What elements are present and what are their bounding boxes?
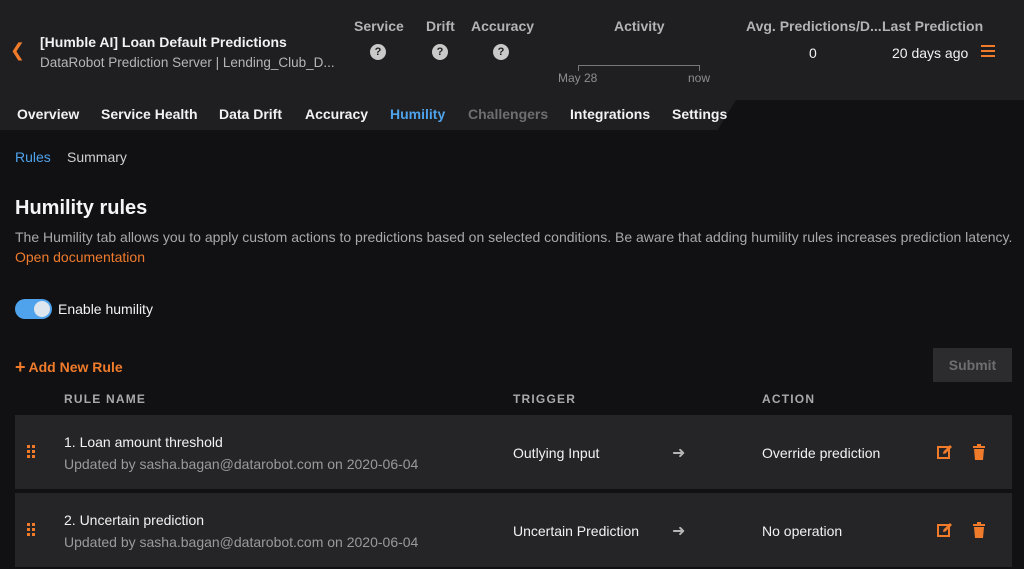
activity-column-label: Activity	[614, 18, 665, 34]
tab-overview[interactable]: Overview	[17, 106, 79, 122]
drag-handle-icon[interactable]	[27, 445, 37, 459]
accuracy-question-icon[interactable]: ?	[493, 44, 509, 60]
arrow-right-icon: ➜	[672, 523, 686, 540]
open-documentation-link[interactable]: Open documentation	[15, 249, 145, 265]
service-question-icon[interactable]: ?	[370, 44, 386, 60]
drift-column-label: Drift	[426, 18, 455, 34]
column-header-action: ACTION	[762, 392, 816, 406]
deployment-header	[0, 0, 1024, 100]
page-description: The Humility tab allows you to apply cus…	[15, 227, 1015, 267]
arrow-right-icon: ➜	[672, 445, 686, 462]
last-prediction-column-label: Last Prediction	[882, 18, 984, 34]
tab-humility[interactable]: Humility	[390, 106, 445, 122]
tab-settings[interactable]: Settings	[672, 106, 727, 122]
tab-data-drift[interactable]: Data Drift	[219, 106, 282, 122]
description-text: The Humility tab allows you to apply cus…	[15, 229, 1013, 245]
avg-predictions-value: 0	[809, 45, 817, 61]
submit-button[interactable]: Submit	[933, 348, 1012, 382]
deployment-title: [Humble AI] Loan Default Predictions	[40, 34, 287, 50]
tab-service-health[interactable]: Service Health	[101, 106, 198, 122]
add-new-rule-button[interactable]: + Add New Rule	[15, 356, 123, 377]
column-header-rule-name: RULE NAME	[64, 392, 147, 406]
column-header-trigger: TRIGGER	[513, 392, 577, 406]
activity-end-label: now	[688, 71, 711, 85]
edit-icon[interactable]	[937, 444, 953, 460]
add-new-rule-label: Add New Rule	[28, 359, 123, 375]
enable-humility-toggle[interactable]	[15, 299, 52, 319]
toggle-knob	[34, 301, 50, 317]
edit-icon[interactable]	[937, 522, 953, 538]
avg-predictions-column-label: Avg. Predictions/D...	[746, 18, 882, 34]
accuracy-column-label: Accuracy	[471, 18, 535, 34]
breadcrumb-summary[interactable]: Summary	[67, 149, 127, 165]
deployment-subtitle: DataRobot Prediction Server | Lending_Cl…	[40, 55, 335, 70]
rule-trigger: Outlying Input	[513, 445, 600, 461]
tab-challengers: Challengers	[468, 106, 549, 122]
drag-handle-icon[interactable]	[27, 523, 37, 537]
drift-question-icon[interactable]: ?	[432, 44, 448, 60]
trash-icon[interactable]	[971, 444, 987, 460]
enable-humility-label: Enable humility	[58, 301, 153, 317]
service-column-label: Service	[354, 18, 404, 34]
trash-icon[interactable]	[971, 522, 987, 538]
rule-trigger: Uncertain Prediction	[513, 523, 640, 539]
hamburger-menu-icon[interactable]	[981, 45, 995, 57]
page-title: Humility rules	[15, 197, 148, 219]
back-chevron-icon[interactable]: ❮	[10, 40, 25, 61]
rule-name: 1. Loan amount threshold	[64, 434, 223, 450]
rule-updated-meta: Updated by sasha.bagan@datarobot.com on …	[64, 534, 419, 550]
rule-action: No operation	[762, 523, 843, 539]
rule-name: 2. Uncertain prediction	[64, 512, 205, 528]
rule-action: Override prediction	[762, 445, 881, 461]
tab-accuracy[interactable]: Accuracy	[305, 106, 368, 122]
rule-updated-meta: Updated by sasha.bagan@datarobot.com on …	[64, 456, 419, 472]
breadcrumb-rules[interactable]: Rules	[15, 149, 51, 165]
plus-icon: +	[15, 357, 26, 377]
last-prediction-value: 20 days ago	[892, 45, 969, 61]
tab-integrations[interactable]: Integrations	[570, 106, 650, 122]
activity-start-label: May 28	[558, 71, 598, 85]
